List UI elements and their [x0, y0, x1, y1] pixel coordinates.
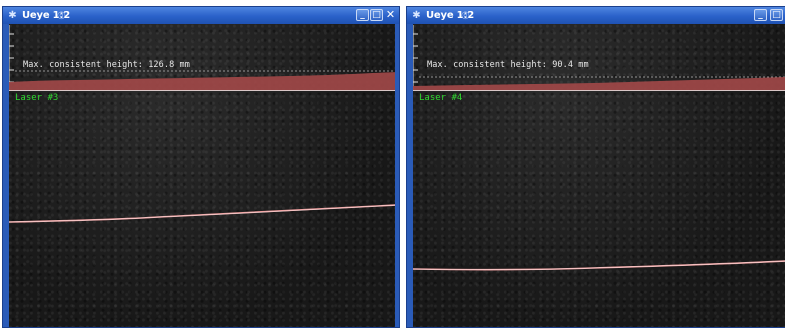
camera-window-left: ✱ Ueye 1:2 ◎ _ □ ✕ Max. consistent heigh… — [2, 6, 400, 328]
minimize-button[interactable]: _ — [356, 9, 369, 21]
minimize-button[interactable]: _ — [754, 9, 767, 21]
camera-view[interactable]: Max. consistent height: 90.4 mm Laser #4 — [413, 24, 785, 327]
close-button[interactable]: ✕ — [384, 9, 397, 21]
bell-icon: ◎ — [57, 10, 66, 21]
maximize-button[interactable]: □ — [370, 9, 383, 21]
laser-line — [9, 204, 395, 223]
laser-line — [413, 260, 785, 271]
camera-view[interactable]: Max. consistent height: 126.8 mm Laser #… — [9, 24, 395, 327]
gear-icon[interactable]: ✱ — [7, 10, 18, 21]
gear-icon[interactable]: ✱ — [411, 10, 422, 21]
camera-window-right: ✱ Ueye 1:2 ◎ _ □ Max. consistent height:… — [406, 6, 785, 328]
maximize-button[interactable]: □ — [770, 9, 783, 21]
title-bar[interactable]: ✱ Ueye 1:2 ◎ _ □ — [407, 7, 785, 24]
bell-icon: ◎ — [461, 10, 470, 21]
title-bar[interactable]: ✱ Ueye 1:2 ◎ _ □ ✕ — [3, 7, 399, 24]
